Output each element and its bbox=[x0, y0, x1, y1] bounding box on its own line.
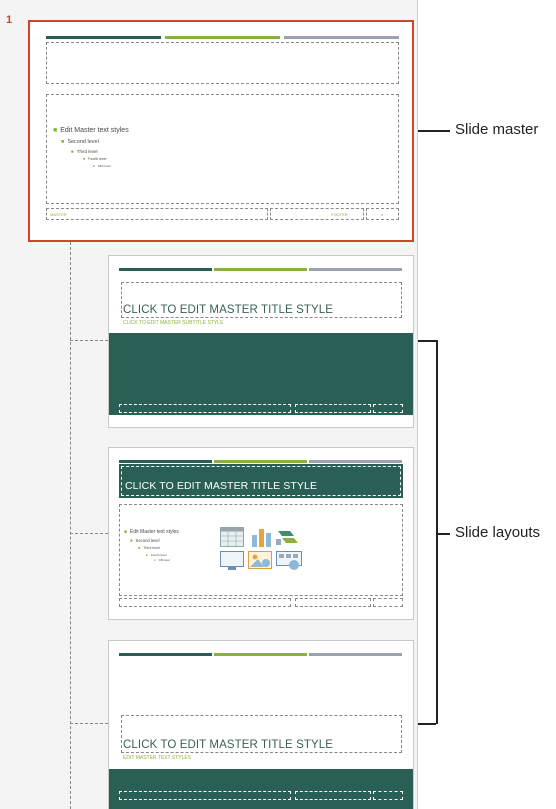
text-level-1: ■ Edit Master text styles bbox=[53, 127, 129, 134]
accent-bar-gray bbox=[309, 268, 402, 271]
layout-subtitle: CLICK TO EDIT MASTER SUBTITLE STYLE bbox=[123, 320, 224, 326]
footer-mid-placeholder[interactable] bbox=[295, 598, 371, 607]
text-level-5: ■ Fifth level bbox=[93, 164, 111, 168]
insert-smartart-icon[interactable] bbox=[276, 527, 300, 547]
text-level-5: ■ Fifth level bbox=[154, 559, 170, 562]
accent-bar-dark bbox=[119, 268, 212, 271]
footer-mid-text: FOOTER bbox=[331, 212, 348, 217]
tree-connector-2 bbox=[70, 533, 108, 534]
layout-thumbnail-title-slide[interactable]: CLICK TO EDIT MASTER TITLE STYLE CLICK T… bbox=[108, 255, 414, 428]
bracket-top-tick bbox=[418, 340, 436, 342]
slide-master-thumbnail[interactable]: ■ Edit Master text styles ■ Second level ■… bbox=[28, 20, 414, 242]
accent-bar-green bbox=[214, 460, 307, 463]
accent-bar-dark bbox=[46, 36, 161, 39]
slide-number-placeholder[interactable] bbox=[373, 791, 403, 800]
insert-table-icon[interactable] bbox=[220, 527, 244, 547]
footer-left-text: MASTER bbox=[50, 212, 67, 217]
accent-bar-green bbox=[214, 268, 307, 271]
layout-thumbnail-title-content[interactable]: CLICK TO EDIT MASTER TITLE STYLE ■ Edit M… bbox=[108, 447, 414, 620]
slide-layouts-callout-label: Slide layouts bbox=[455, 524, 541, 541]
insert-chart-icon[interactable] bbox=[250, 527, 272, 547]
text-level-2: ■ Second level bbox=[61, 139, 99, 145]
text-level-1: ■ Edit Master text styles bbox=[124, 529, 179, 535]
title-placeholder[interactable] bbox=[46, 42, 399, 84]
bracket-bottom-tick bbox=[418, 723, 436, 725]
text-level-3: ■ Third level bbox=[138, 546, 160, 550]
tree-connector-1 bbox=[70, 340, 108, 341]
layout-title: CLICK TO EDIT MASTER TITLE STYLE bbox=[125, 480, 318, 492]
accent-bar-green bbox=[165, 36, 280, 39]
text-level-4: ■ Fourth level bbox=[146, 553, 167, 557]
footer-mid-placeholder[interactable]: FOOTER bbox=[270, 208, 364, 220]
dark-band bbox=[109, 333, 413, 415]
footer-left-placeholder[interactable] bbox=[119, 404, 291, 413]
tree-connector-3 bbox=[70, 723, 108, 724]
dark-band bbox=[109, 769, 413, 809]
layout-thumbnail-section-header[interactable]: CLICK TO EDIT MASTER TITLE STYLE EDIT MA… bbox=[108, 640, 414, 809]
accent-bar-gray bbox=[309, 460, 402, 463]
footer-left-placeholder[interactable]: MASTER bbox=[46, 208, 268, 220]
slide-layouts-callout-line bbox=[436, 533, 450, 535]
thumbnail-pane[interactable]: 1 ■ Edit Master text styles ■ Second level… bbox=[0, 0, 418, 809]
accent-bar-dark bbox=[119, 653, 212, 656]
slide-number: 1 bbox=[6, 14, 13, 26]
footer-left-placeholder[interactable] bbox=[119, 791, 291, 800]
layout-subtitle: EDIT MASTER TEXT STYLES bbox=[123, 755, 192, 761]
accent-bar-gray bbox=[284, 36, 399, 39]
slide-number-placeholder[interactable] bbox=[373, 598, 403, 607]
slide-master-callout-line bbox=[418, 130, 450, 132]
slide-number-placeholder[interactable] bbox=[373, 404, 403, 413]
slide-master-callout-label: Slide master bbox=[455, 121, 539, 138]
layout-title: CLICK TO EDIT MASTER TITLE STYLE bbox=[123, 304, 334, 316]
insert-picture-icon[interactable] bbox=[220, 551, 244, 571]
slide-number-text: # bbox=[381, 212, 384, 217]
footer-mid-placeholder[interactable] bbox=[295, 791, 371, 800]
text-level-4: ■ Fourth level bbox=[83, 157, 107, 161]
footer-mid-placeholder[interactable] bbox=[295, 404, 371, 413]
slide-number-placeholder[interactable]: # bbox=[366, 208, 399, 220]
body-placeholder[interactable]: ■ Edit Master text styles ■ Second level ■… bbox=[46, 94, 399, 204]
footer-left-placeholder[interactable] bbox=[119, 598, 291, 607]
accent-bar-gray bbox=[309, 653, 402, 656]
accent-bar-dark bbox=[119, 460, 212, 463]
layout-title: CLICK TO EDIT MASTER TITLE STYLE bbox=[123, 739, 334, 751]
text-level-3: ■ Third level bbox=[71, 149, 98, 154]
insert-video-icon[interactable] bbox=[276, 551, 302, 571]
text-level-2: ■ Second level bbox=[130, 538, 160, 543]
accent-bar-green bbox=[214, 653, 307, 656]
insert-online-picture-icon[interactable] bbox=[248, 551, 272, 571]
content-placeholder[interactable]: ■ Edit Master text styles ■ Second level ■… bbox=[119, 504, 403, 596]
bracket-vertical bbox=[436, 340, 438, 724]
